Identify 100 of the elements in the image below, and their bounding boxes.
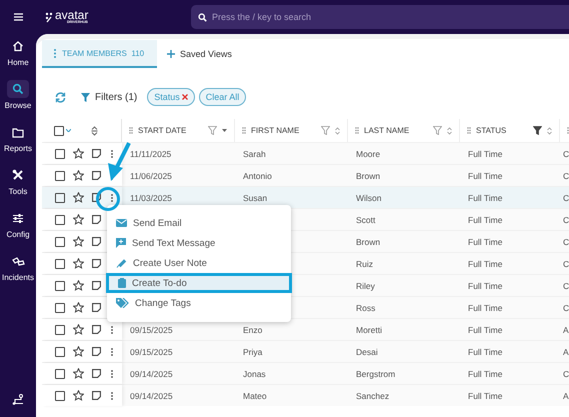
last-name-cell: Brown: [356, 170, 380, 180]
row-checkbox[interactable]: [55, 258, 65, 268]
sidebar-item[interactable]: Reports: [4, 123, 32, 153]
message-icon: [116, 238, 126, 248]
star-icon[interactable]: [73, 324, 84, 335]
star-icon[interactable]: [73, 390, 84, 401]
first-name-cell: Susan: [243, 192, 268, 202]
note-icon[interactable]: [92, 149, 101, 158]
star-icon[interactable]: [73, 280, 84, 291]
table-cell: C: [563, 368, 569, 378]
filters-button[interactable]: Filters (1): [81, 92, 138, 102]
drag-handle-icon[interactable]: [242, 127, 246, 134]
table-row[interactable]: 11/11/2025 Sarah Moore Full Time C: [42, 142, 569, 164]
row-checkbox[interactable]: [55, 390, 65, 400]
select-all-checkbox[interactable]: [54, 126, 64, 136]
row-checkbox[interactable]: [55, 346, 65, 356]
note-icon[interactable]: [92, 325, 101, 334]
note-icon[interactable]: [92, 193, 101, 202]
row-checkbox[interactable]: [55, 236, 65, 246]
star-icon[interactable]: [73, 236, 84, 247]
star-icon[interactable]: [73, 258, 84, 269]
last-name-cell: Ruiz: [356, 258, 374, 268]
table-cell: A: [563, 390, 569, 400]
refresh-icon[interactable]: [55, 92, 66, 102]
star-icon[interactable]: [73, 192, 84, 203]
start-date-cell: 09/14/2025: [130, 390, 173, 400]
drag-handle-icon[interactable]: [129, 127, 133, 134]
menu-icon[interactable]: [14, 13, 22, 21]
menu-item[interactable]: Create To-do: [106, 273, 292, 293]
search-field[interactable]: Press the / key to search: [191, 5, 569, 29]
menu-item[interactable]: Send Email: [107, 213, 291, 233]
column-header[interactable]: LAST NAME: [364, 126, 410, 135]
last-name-cell: Bergstrom: [356, 368, 396, 378]
row-checkbox[interactable]: [55, 192, 65, 202]
last-name-cell: Wilson: [356, 192, 382, 202]
sidebar-item[interactable]: Home: [7, 37, 29, 67]
star-icon[interactable]: [73, 170, 84, 181]
table-row[interactable]: 11/06/2025 Antonio Brown Full Time C: [42, 164, 569, 186]
drag-handle-icon[interactable]: [467, 127, 471, 134]
table-cell: A: [563, 346, 569, 356]
saved-views-button[interactable]: Saved Views: [163, 40, 236, 68]
caret-icon[interactable]: [222, 129, 227, 132]
star-icon[interactable]: [73, 368, 84, 379]
table-cell: C: [563, 148, 569, 158]
pen-icon: [116, 258, 127, 268]
first-name-cell: Mateo: [243, 390, 267, 400]
table-cell: C: [563, 258, 569, 268]
row-checkbox[interactable]: [55, 324, 65, 334]
sidebar-item[interactable]: Browse: [4, 80, 32, 110]
table-row[interactable]: 11/03/2025 Susan Wilson Full Time C: [42, 186, 569, 208]
menu-item[interactable]: Create User Note: [107, 253, 291, 273]
expand-collapse-icon[interactable]: [91, 126, 98, 136]
drag-handle-icon[interactable]: [355, 127, 359, 134]
column-header[interactable]: FIRST NAME: [251, 126, 300, 135]
route-icon[interactable]: [12, 394, 24, 405]
sidebar-item[interactable]: Config: [6, 209, 30, 239]
search-icon: [12, 83, 24, 95]
star-icon[interactable]: [73, 214, 84, 225]
sort-icon[interactable]: [547, 126, 552, 134]
logo-text: avatar: [55, 9, 88, 22]
caret-icon[interactable]: [66, 129, 71, 132]
note-icon[interactable]: [92, 215, 101, 224]
row-checkbox[interactable]: [55, 302, 65, 312]
sidebar-item[interactable]: Tools: [7, 166, 29, 196]
note-icon[interactable]: [92, 303, 101, 312]
note-icon[interactable]: [92, 347, 101, 356]
table-row[interactable]: 09/14/2025 Mateo Sanchez Full Time A: [42, 384, 569, 406]
sort-icon[interactable]: [447, 126, 452, 134]
star-icon[interactable]: [73, 346, 84, 357]
row-checkbox[interactable]: [55, 214, 65, 224]
menu-item[interactable]: Send Text Message: [107, 233, 291, 253]
close-icon[interactable]: [182, 94, 188, 100]
row-checkbox[interactable]: [55, 170, 65, 180]
row-checkbox[interactable]: [55, 280, 65, 290]
note-icon[interactable]: [92, 391, 101, 400]
sort-icon[interactable]: [335, 126, 340, 134]
star-icon[interactable]: [73, 302, 84, 313]
note-icon[interactable]: [92, 259, 101, 268]
table-row[interactable]: 09/15/2025 Priya Desai Full Time A: [42, 340, 569, 362]
last-name-cell: Moretti: [356, 324, 382, 334]
column-header[interactable]: START DATE: [138, 126, 186, 135]
table-cell: C: [563, 236, 569, 246]
first-name-cell: Priya: [243, 346, 262, 356]
clipboard-icon: [118, 278, 126, 288]
star-icon[interactable]: [73, 148, 84, 159]
row-checkbox[interactable]: [55, 368, 65, 378]
note-icon[interactable]: [92, 171, 101, 180]
row-checkbox[interactable]: [55, 148, 65, 158]
note-icon[interactable]: [92, 369, 101, 378]
last-name-cell: Brown: [356, 236, 380, 246]
filter-icon[interactable]: [533, 126, 542, 135]
last-name-cell: Scott: [356, 214, 376, 224]
first-name-cell: Antonio: [243, 170, 272, 180]
note-icon[interactable]: [92, 281, 101, 290]
menu-item[interactable]: Change Tags: [107, 293, 291, 313]
column-header[interactable]: STATUS: [476, 126, 506, 135]
table-row[interactable]: 09/15/2025 Enzo Moretti Full Time A: [42, 318, 569, 340]
sidebar-item[interactable]: Incidents: [2, 252, 34, 282]
table-row[interactable]: 09/14/2025 Jonas Bergstrom Full Time C: [42, 362, 569, 384]
note-icon[interactable]: [92, 237, 101, 246]
